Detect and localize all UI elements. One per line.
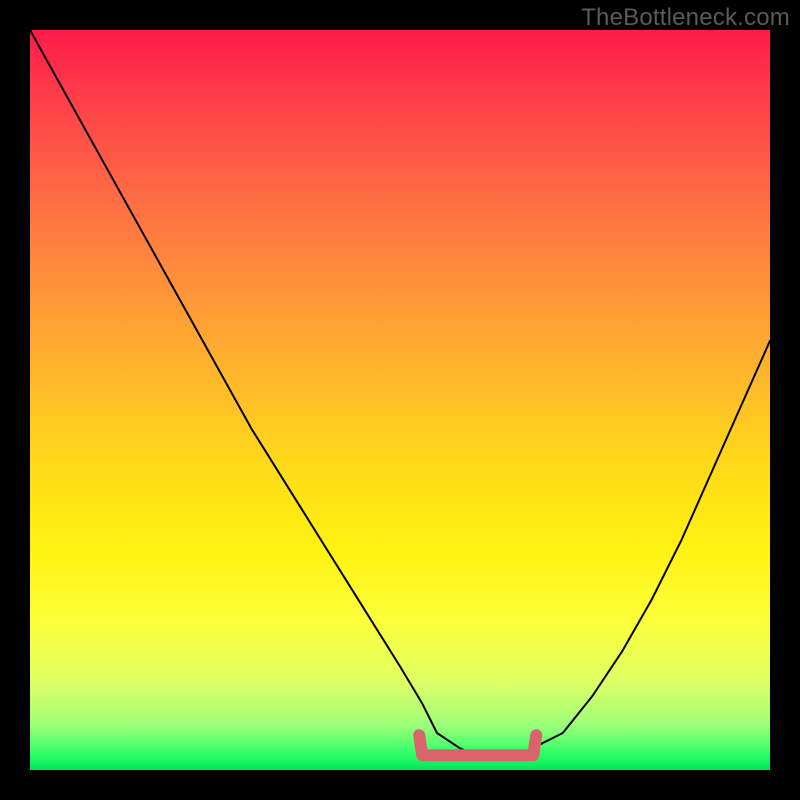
highlight-svg — [30, 30, 770, 770]
watermark-text: TheBottleneck.com — [581, 4, 790, 32]
flat-region-highlight — [419, 735, 536, 755]
plot-area — [30, 30, 770, 770]
chart-frame: TheBottleneck.com — [0, 0, 800, 800]
